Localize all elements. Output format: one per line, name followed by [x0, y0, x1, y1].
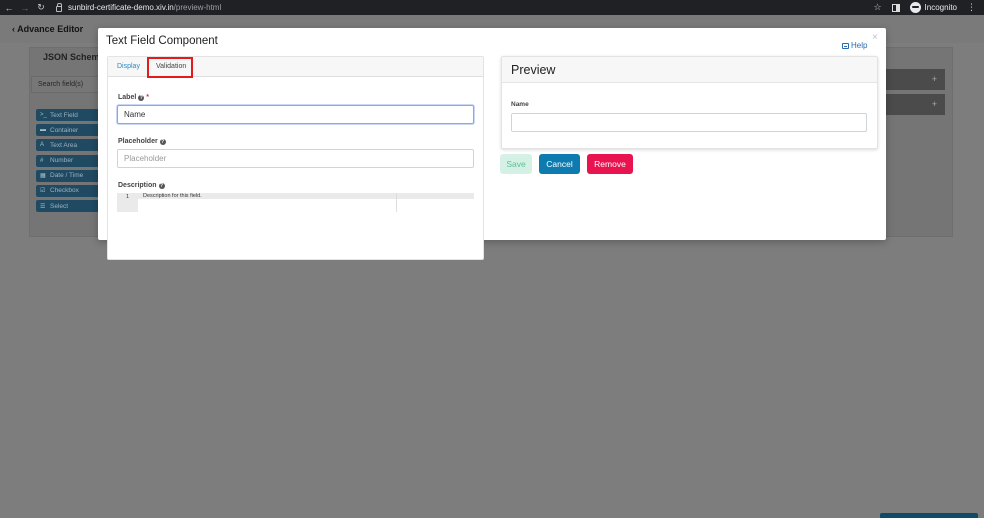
- remove-button[interactable]: Remove: [587, 154, 633, 174]
- description-code-editor[interactable]: 1 Description for this field.: [117, 193, 474, 213]
- component-item[interactable]: ☰ Select: [36, 200, 100, 213]
- placeholder-field-label: Placeholder ?: [118, 138, 166, 145]
- bottom-action-button[interactable]: [880, 513, 978, 518]
- component-list: >_ Text Field ▬ Container A Text Area # Number ▦…: [36, 109, 100, 215]
- address-bar[interactable]: sunbird-certificate-demo.xiv.in/preview-…: [56, 2, 222, 12]
- label-field-text: Label: [118, 94, 137, 101]
- hash-icon: #: [40, 157, 44, 164]
- plus-icon: +: [931, 99, 937, 109]
- required-asterisk: *: [146, 94, 150, 101]
- component-item[interactable]: # Number: [36, 154, 100, 167]
- component-item[interactable]: ☑ Checkbox: [36, 184, 100, 197]
- line-number: 1: [117, 193, 138, 212]
- help-icon: [842, 42, 849, 49]
- preview-field-label: Name: [511, 101, 529, 108]
- component-label: Checkbox: [50, 187, 79, 195]
- component-label: Text Area: [50, 141, 78, 149]
- incognito-indicator[interactable]: Incognito: [909, 2, 957, 13]
- add-row-button[interactable]: +: [885, 69, 945, 90]
- description-field-text: Description: [118, 182, 157, 189]
- incognito-icon: [909, 2, 921, 13]
- component-item[interactable]: >_ Text Field: [36, 109, 100, 121]
- help-label: Help: [851, 41, 868, 50]
- component-label: Container: [50, 126, 79, 134]
- label-input[interactable]: Name: [117, 105, 474, 124]
- checkbox-icon: ☑: [40, 188, 46, 195]
- question-circle-icon[interactable]: ?: [138, 94, 145, 101]
- help-link[interactable]: Help: [842, 41, 867, 50]
- plus-icon: +: [931, 74, 937, 84]
- component-label: Select: [50, 202, 69, 210]
- font-icon: A: [40, 142, 45, 149]
- search-field-input[interactable]: Search field(s): [31, 76, 101, 93]
- description-line[interactable]: Description for this field.: [138, 193, 474, 199]
- save-button[interactable]: Save: [500, 154, 532, 174]
- preview-header: Preview: [502, 57, 877, 83]
- side-panel-icon[interactable]: [891, 3, 900, 12]
- bookmark-star-icon[interactable]: ☆: [873, 2, 881, 13]
- terminal-icon: >_: [40, 112, 47, 118]
- tab-validation[interactable]: Validation: [156, 63, 186, 70]
- back-link-label: Advance Editor: [17, 24, 84, 34]
- incognito-label: Incognito: [924, 3, 957, 12]
- component-label: Number: [50, 157, 74, 165]
- forward-arrow-icon[interactable]: →: [18, 3, 32, 13]
- component-label: Text Field: [50, 111, 78, 119]
- close-icon[interactable]: ×: [872, 32, 878, 43]
- component-item[interactable]: ▦ Date / Time: [36, 169, 100, 182]
- modal-title: Text Field Component: [106, 35, 218, 47]
- tab-bar: Display Validation: [108, 57, 483, 77]
- question-circle-icon[interactable]: ?: [158, 182, 165, 189]
- component-item[interactable]: A Text Area: [36, 139, 100, 152]
- label-field-label: Label ? *: [118, 94, 149, 101]
- editor-margin-line: [396, 193, 397, 212]
- preview-title: Preview: [511, 63, 556, 77]
- description-field-label: Description ?: [118, 182, 165, 189]
- preview-card: Preview Name: [501, 56, 878, 149]
- reload-icon[interactable]: ↻: [34, 2, 48, 13]
- browser-toolbar: ← → ↻ sunbird-certificate-demo.xiv.in/pr…: [0, 0, 984, 15]
- add-row-button[interactable]: +: [885, 94, 945, 115]
- placeholder-input[interactable]: Placeholder: [117, 149, 474, 168]
- edit-form-card: Display Validation Label ? * Name Placeh…: [107, 56, 484, 260]
- cancel-button[interactable]: Cancel: [539, 154, 580, 174]
- url-host: sunbird-certificate-demo.xiv.in: [68, 3, 174, 12]
- back-arrow-icon[interactable]: ←: [2, 3, 16, 13]
- kebab-menu-icon[interactable]: ⋮: [967, 2, 976, 13]
- lock-icon: [56, 2, 62, 12]
- preview-name-input[interactable]: [511, 113, 867, 132]
- url-path: /preview-html: [173, 3, 222, 12]
- list-icon: ☰: [40, 203, 46, 210]
- question-circle-icon[interactable]: ?: [159, 138, 166, 145]
- component-label: Date / Time: [50, 172, 84, 180]
- tab-display[interactable]: Display: [117, 63, 140, 70]
- component-item[interactable]: ▬ Container: [36, 124, 100, 137]
- text-field-component-modal: Text Field Component Help × Display Vali…: [98, 28, 886, 260]
- folder-icon: ▬: [40, 127, 46, 134]
- json-schema-title: JSON Schema: [43, 52, 105, 62]
- calendar-icon: ▦: [40, 173, 46, 180]
- back-link[interactable]: ‹ Advance Editor: [12, 24, 83, 34]
- placeholder-field-text: Placeholder: [118, 138, 158, 145]
